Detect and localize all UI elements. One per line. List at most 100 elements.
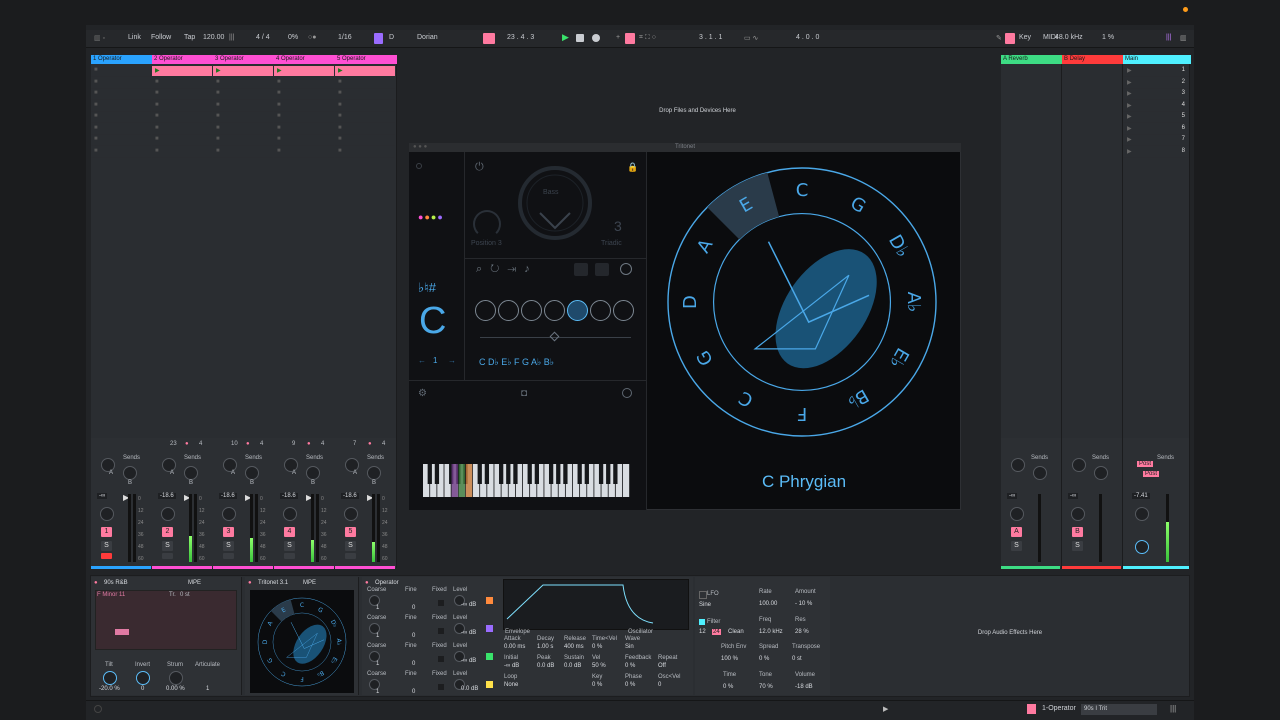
punch-icons[interactable]: ▭ ∿ (744, 34, 758, 42)
black-key[interactable] (598, 464, 604, 484)
clip-slot[interactable]: ■ (335, 147, 395, 158)
solo-button[interactable]: S (101, 541, 112, 551)
return-header[interactable]: A Reverb (1001, 55, 1062, 64)
send-a-knob[interactable] (1011, 458, 1025, 472)
slot-stop-icon[interactable]: ■ (277, 148, 281, 154)
slot-stop-icon[interactable]: ■ (277, 102, 281, 108)
scene-play-icon[interactable]: ▶ (1127, 102, 1132, 109)
solo-button[interactable]: S (345, 541, 356, 551)
record-arm-dot[interactable]: ● (246, 441, 250, 447)
level-value[interactable]: -∞ dB (461, 602, 476, 608)
track-header[interactable]: 3 Operator (213, 55, 275, 64)
envelope-curve[interactable] (503, 579, 689, 630)
oscillator-select-button[interactable] (486, 653, 493, 660)
clip-slot[interactable]: ■ (213, 89, 273, 100)
clip-slot[interactable]: ■ (91, 147, 151, 158)
lock-icon[interactable]: 🔒 (627, 162, 638, 173)
send-b-knob[interactable] (123, 466, 137, 480)
clip-slot[interactable]: ■ (274, 89, 334, 100)
wheel-note-label[interactable]: A♭ (335, 639, 342, 646)
wave-value[interactable]: Sin (625, 644, 634, 650)
loop-tools-icon[interactable]: ⌗ ⛶ ○ (639, 34, 656, 42)
fixed-toggle[interactable] (438, 656, 444, 662)
track-header[interactable]: 2 Operator (152, 55, 214, 64)
song-position[interactable]: 23 . 4 . 3 (507, 34, 534, 41)
piano-keyboard[interactable] (423, 464, 630, 497)
coarse-value[interactable]: 1 (376, 605, 379, 611)
slot-stop-icon[interactable]: ■ (216, 79, 220, 85)
status-clip-name[interactable]: 90s I Trit (1081, 704, 1157, 715)
clip-slot[interactable]: ■ (335, 89, 395, 100)
mixer-view-icon[interactable]: ||| (1166, 34, 1171, 41)
oscillator-select-button[interactable] (486, 625, 493, 632)
mixer-icon[interactable]: ||| (1170, 704, 1176, 713)
send-b-knob[interactable] (306, 466, 320, 480)
accidentals-toggle[interactable]: ♭♮# (418, 280, 436, 296)
volume-value[interactable]: -18.6 (158, 493, 176, 499)
draw-mode-icon[interactable]: ✎ (996, 34, 1002, 42)
slot-stop-icon[interactable]: ■ (94, 125, 98, 131)
wheel-note-label[interactable]: G (693, 347, 718, 370)
quantize-menu[interactable]: 1/16 (338, 34, 352, 41)
tone-value[interactable]: 70 % (759, 684, 773, 690)
clip-slot[interactable]: ■ (152, 147, 212, 158)
mood-face-icon[interactable] (521, 300, 542, 321)
clip-slot[interactable]: ■ (213, 112, 273, 123)
wheel-note-label[interactable]: F (797, 403, 807, 424)
pan-knob[interactable] (283, 507, 297, 521)
clip-slot[interactable]: ■ (335, 101, 395, 112)
slot-stop-icon[interactable]: ■ (155, 113, 159, 119)
send-a-knob[interactable] (1072, 458, 1086, 472)
root-note[interactable]: C (419, 300, 446, 343)
return-activator-button[interactable]: B (1072, 527, 1083, 537)
time-vel-value[interactable]: 0 % (592, 644, 602, 650)
wheel-note-label[interactable]: G (847, 193, 870, 218)
black-key[interactable] (427, 464, 432, 484)
fixed-toggle[interactable] (438, 684, 444, 690)
clip-slot[interactable]: ■ (152, 89, 212, 100)
tempo-field[interactable]: 120.00 (203, 34, 224, 41)
track-activator-button[interactable]: 3 (223, 527, 234, 537)
oscillator-select-button[interactable] (486, 681, 493, 688)
pan-knob[interactable] (1071, 507, 1085, 521)
follow-button[interactable]: Follow (151, 34, 171, 41)
slot-stop-icon[interactable]: ■ (155, 125, 159, 131)
slot-stop-icon[interactable]: ■ (94, 136, 98, 142)
track-activator-button[interactable]: 2 (162, 527, 173, 537)
res-value[interactable]: 28 % (795, 629, 809, 635)
clip-slot[interactable]: ▶ (213, 66, 273, 77)
black-key[interactable] (548, 464, 554, 484)
solo-button[interactable]: S (223, 541, 234, 551)
repeat-value[interactable]: Off (658, 663, 666, 669)
mpe-toggle[interactable]: MPE (303, 579, 316, 588)
clip-play-icon[interactable]: ▶ (216, 67, 221, 74)
fine-value[interactable]: 0 (412, 605, 415, 611)
clip-slot[interactable]: ■ (152, 101, 212, 112)
slot-stop-icon[interactable]: ■ (216, 136, 220, 142)
mood-face-icon[interactable] (567, 300, 588, 321)
slot-stop-icon[interactable]: ■ (94, 90, 98, 96)
slot-stop-icon[interactable]: ■ (216, 113, 220, 119)
clip-slot[interactable]: ■ (213, 147, 273, 158)
return-header[interactable]: B Delay (1062, 55, 1123, 64)
track-header[interactable]: 4 Operator (274, 55, 336, 64)
scene-play-icon[interactable]: ▶ (1127, 125, 1132, 132)
key-value[interactable]: 0 % (592, 682, 602, 688)
scene-play-icon[interactable]: ▶ (1127, 79, 1132, 86)
metronome-icon[interactable]: ||| (229, 34, 234, 41)
scene-launch[interactable]: ▶ 4 (1123, 101, 1189, 112)
triad-dial-graphic[interactable]: Bass (500, 158, 610, 248)
track-activator-button[interactable]: 4 (284, 527, 295, 537)
pan-knob[interactable] (1010, 507, 1024, 521)
volume-value[interactable]: -∞ (1068, 493, 1079, 499)
clip-slot[interactable]: ■ (274, 101, 334, 112)
arrangement-record-icon[interactable] (483, 33, 495, 44)
octave-right-arrow[interactable]: → (448, 356, 456, 365)
volume-value[interactable]: -∞ (97, 493, 108, 499)
filter-toggle[interactable] (699, 619, 705, 625)
tap-button[interactable]: Tap (184, 34, 195, 41)
clip-slot[interactable]: ■ (91, 101, 151, 112)
main-pan-knob[interactable] (1135, 507, 1149, 521)
slot-stop-icon[interactable]: ■ (155, 79, 159, 85)
level-value[interactable]: -∞ dB (461, 658, 476, 664)
